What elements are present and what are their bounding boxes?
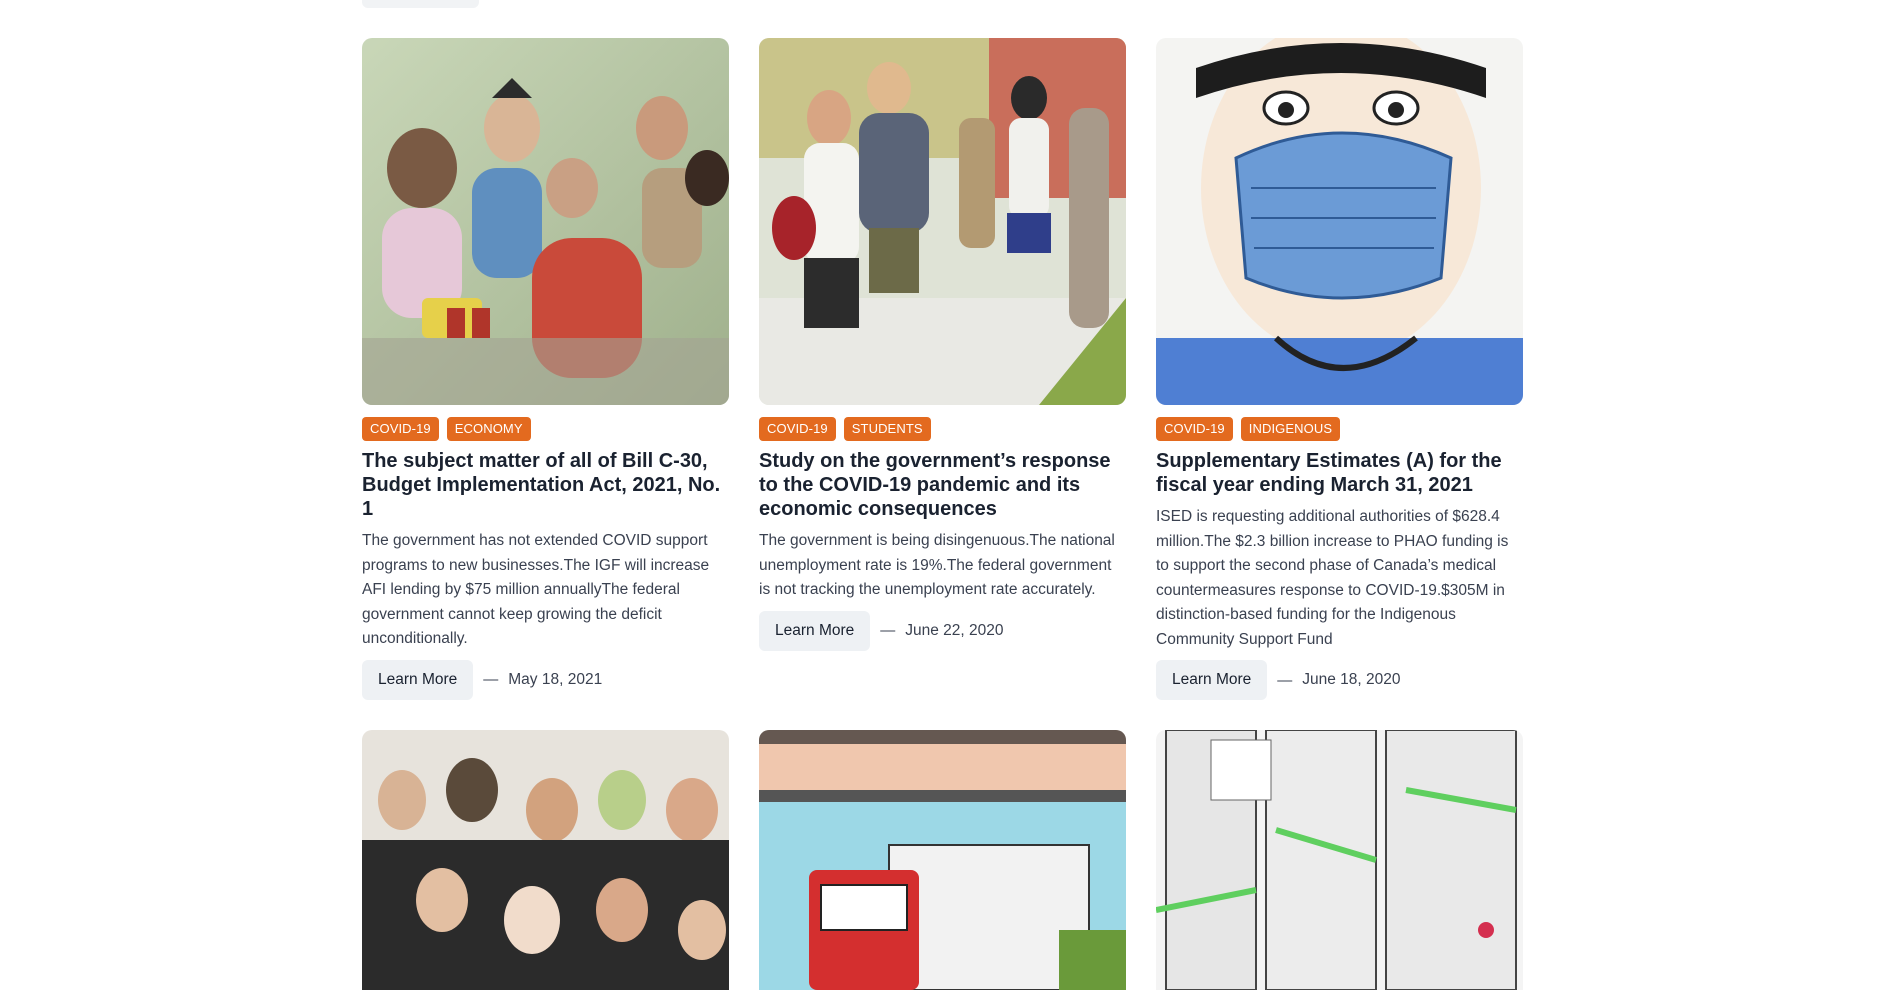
article-illustration-gathering[interactable] xyxy=(362,38,729,405)
learn-more-button[interactable]: Learn More xyxy=(759,610,871,651)
article-illustration-truck[interactable] xyxy=(759,730,1126,990)
tag-list: COVID-19 ECONOMY xyxy=(362,417,729,441)
article-card xyxy=(362,730,729,990)
article-date: June 22, 2020 xyxy=(905,621,1004,639)
article-title[interactable]: Study on the government’s response to th… xyxy=(759,449,1126,521)
learn-more-button[interactable]: Learn More xyxy=(1156,660,1268,700)
article-summary: The government has not extended COVID su… xyxy=(362,532,710,647)
tag-covid-19[interactable]: COVID-19 xyxy=(759,417,836,441)
article-illustration-students[interactable] xyxy=(759,38,1126,405)
article-date: June 18, 2020 xyxy=(1302,671,1401,688)
tag-list: COVID-19 STUDENTS xyxy=(759,417,1126,441)
article-meta: Learn More — June 22, 2020 xyxy=(759,610,1126,651)
article-illustration-masked-doctor[interactable] xyxy=(1156,38,1523,405)
learn-more-button[interactable]: Learn More xyxy=(362,659,474,700)
tag-economy[interactable]: ECONOMY xyxy=(446,417,531,441)
article-summary: The government is being disingenuous.The… xyxy=(759,532,1115,598)
tag-students[interactable]: STUDENTS xyxy=(843,417,931,441)
article-card: COVID-19 INDIGENOUS Supplementary Estima… xyxy=(1156,38,1523,700)
article-meta: Learn More — June 18, 2020 xyxy=(1156,660,1523,700)
article-title[interactable]: The subject matter of all of Bill C-30, … xyxy=(362,449,729,521)
article-card: COVID-19 ECONOMY The subject matter of a… xyxy=(362,38,729,700)
article-card: COVID-19 STUDENTS Study on the governmen… xyxy=(759,38,1126,700)
article-grid: COVID-19 ECONOMY The subject matter of a… xyxy=(362,38,1523,990)
tag-list: COVID-19 INDIGENOUS xyxy=(1156,417,1523,441)
date-separator: — xyxy=(483,671,499,688)
article-illustration-server-room[interactable] xyxy=(1156,730,1523,990)
article-title[interactable]: Supplementary Estimates (A) for the fisc… xyxy=(1156,449,1523,497)
article-card xyxy=(1156,730,1523,990)
tag-covid-19[interactable]: COVID-19 xyxy=(362,417,439,441)
tag-indigenous[interactable]: INDIGENOUS xyxy=(1240,417,1341,441)
article-illustration-crowd[interactable] xyxy=(362,730,729,990)
previous-learn-more-button-stub[interactable] xyxy=(362,0,479,8)
tag-covid-19[interactable]: COVID-19 xyxy=(1156,417,1233,441)
date-separator: — xyxy=(1277,671,1293,689)
date-separator: — xyxy=(880,622,896,639)
article-card xyxy=(759,730,1126,990)
article-meta: Learn More — May 18, 2021 xyxy=(362,659,729,700)
article-date: May 18, 2021 xyxy=(508,670,603,688)
article-summary: ISED is requesting additional authoritie… xyxy=(1156,508,1509,648)
